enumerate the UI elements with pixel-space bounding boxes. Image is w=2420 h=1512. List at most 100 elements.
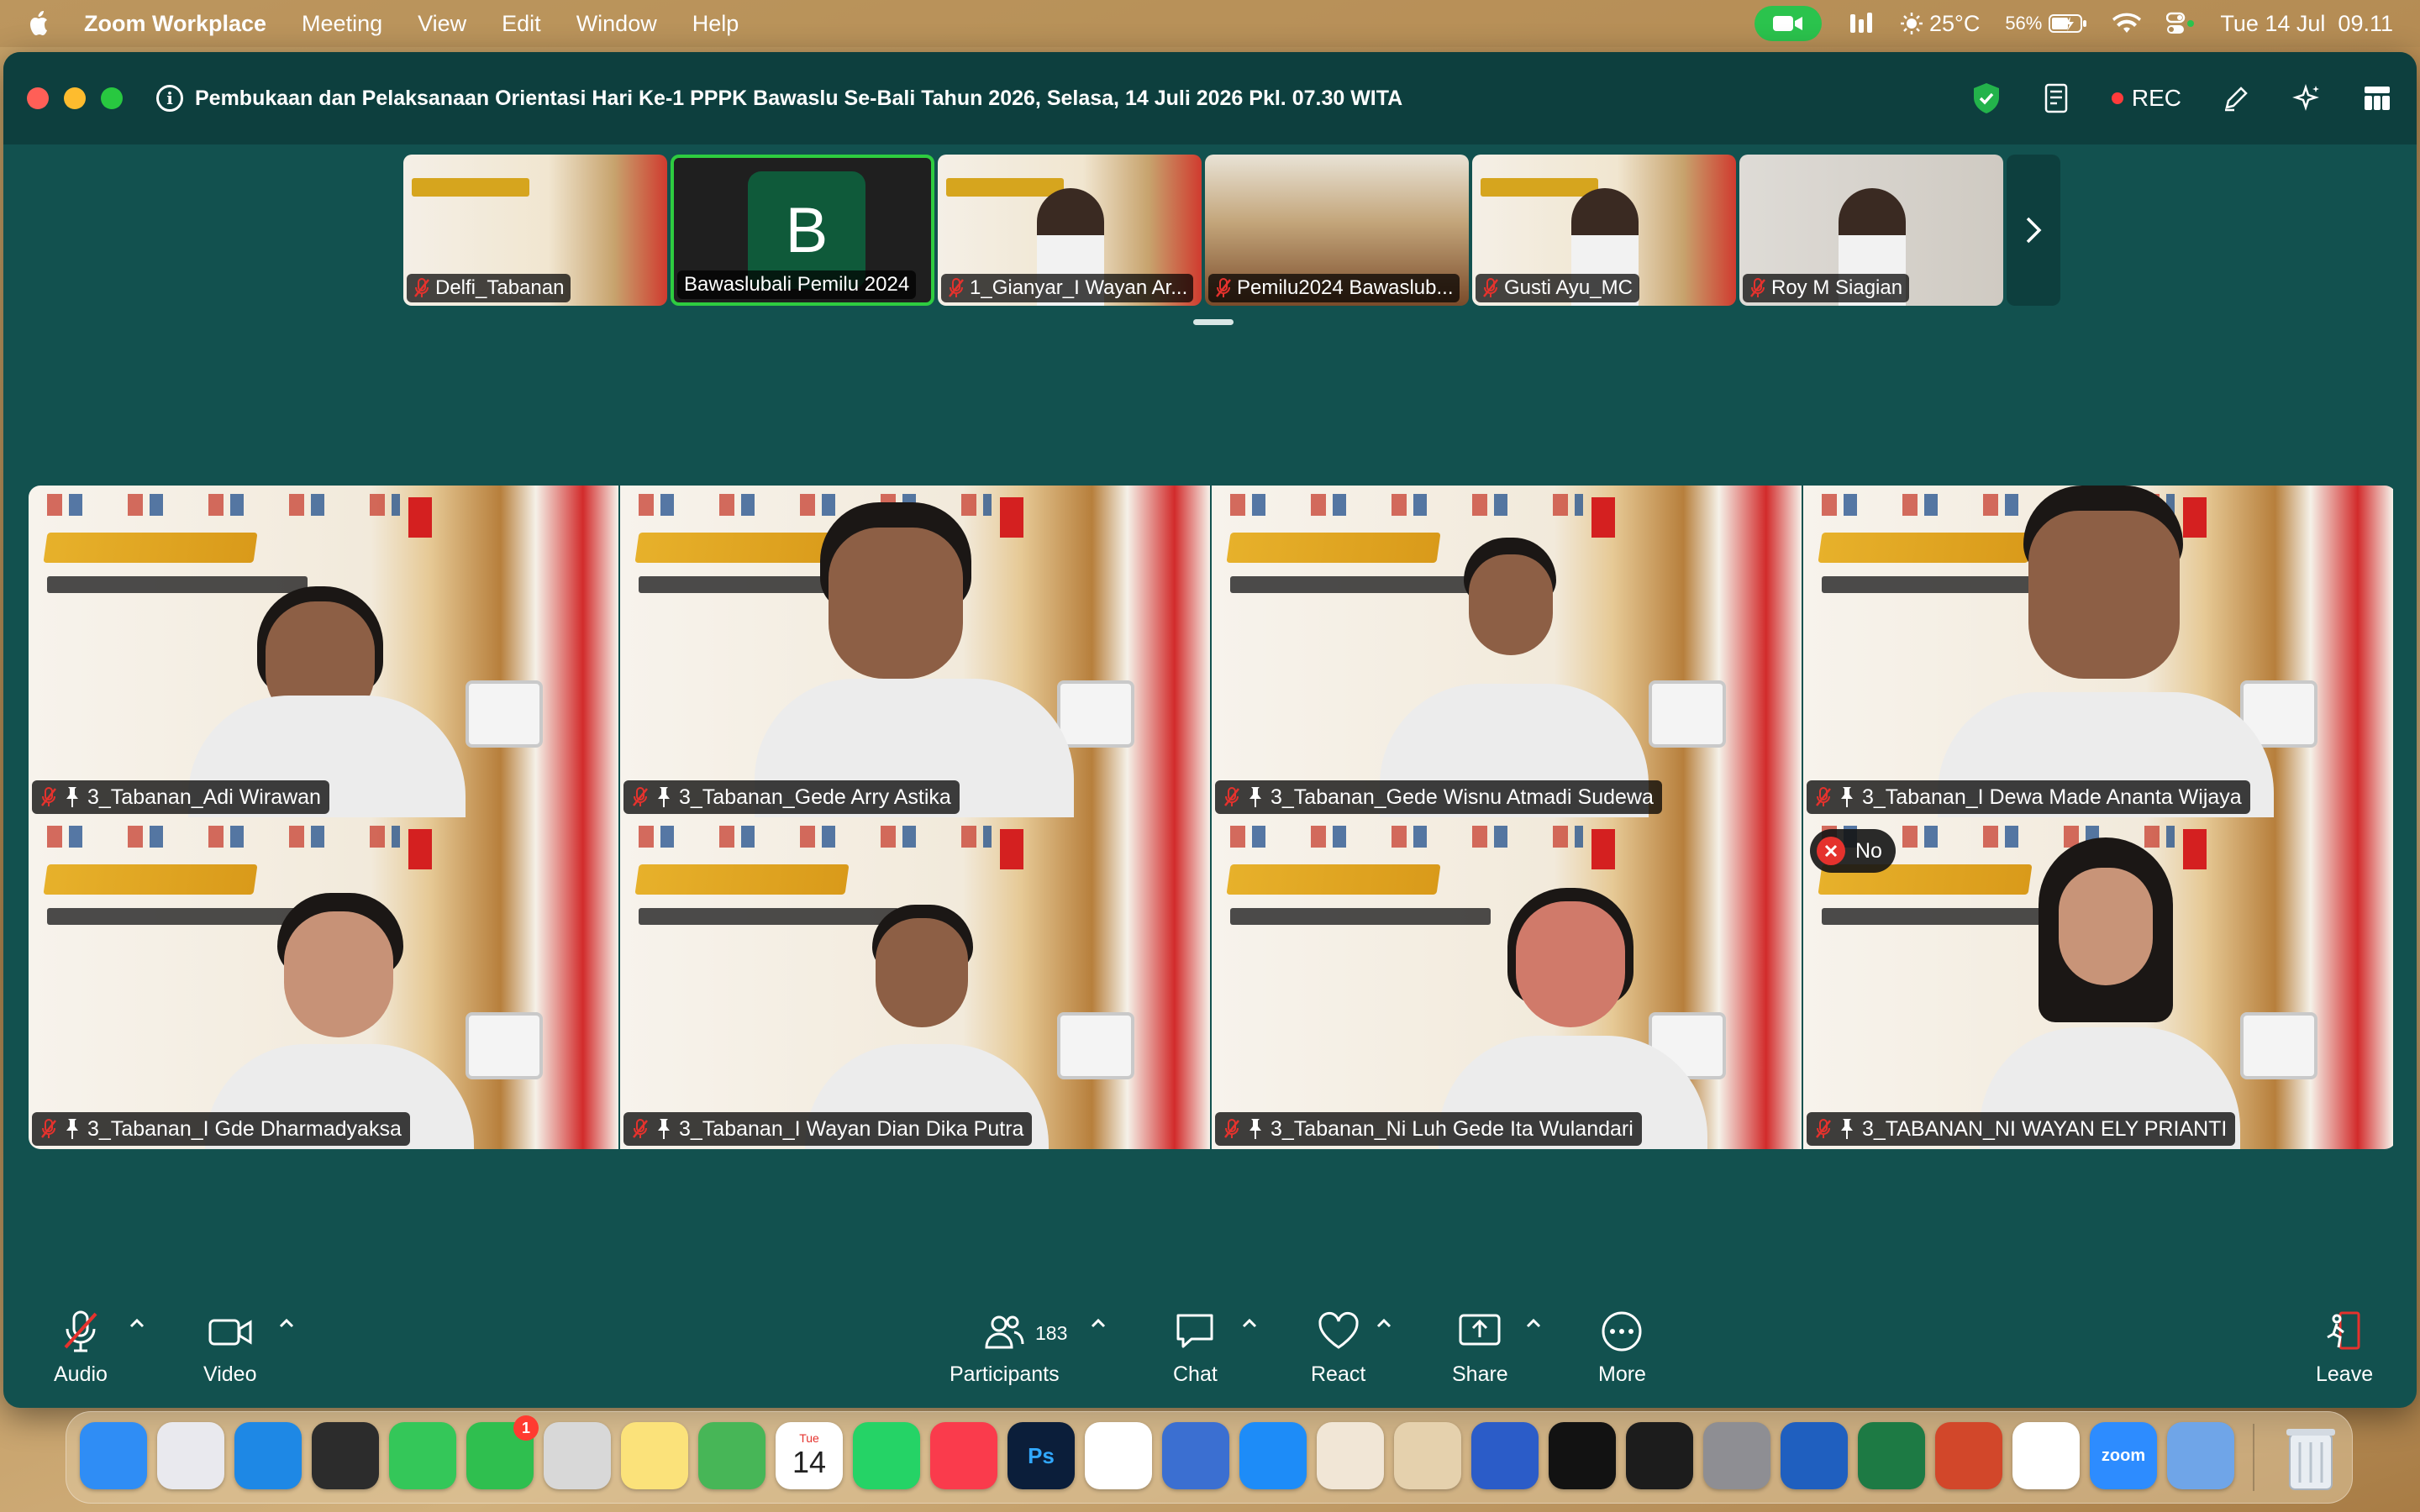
menu-edit[interactable]: Edit [502, 11, 541, 37]
video-button[interactable]: Video [203, 1310, 257, 1387]
dock-music-icon[interactable] [930, 1422, 997, 1489]
muted-mic-icon [1816, 1119, 1831, 1138]
security-shield-icon[interactable] [1970, 82, 2002, 114]
control-center-icon[interactable] [2166, 11, 2195, 36]
leave-button[interactable]: Leave [2316, 1310, 2373, 1387]
participant-name: 3_Tabanan_Gede Arry Astika [679, 785, 951, 809]
istat-menu-icon[interactable] [1847, 11, 1876, 36]
battery-widget[interactable]: 56% [2005, 13, 2087, 34]
participant-video-tile[interactable]: 3_Tabanan_Ni Luh Gede Ita Wulandari [1212, 817, 1802, 1149]
close-window-button[interactable] [27, 87, 49, 109]
dock-launchpad-icon[interactable] [157, 1422, 224, 1489]
dock-excel-icon[interactable] [1858, 1422, 1925, 1489]
dock-keychain-icon[interactable] [312, 1422, 379, 1489]
dock-facetime-icon[interactable]: 1 [466, 1415, 539, 1489]
dock-istat-icon[interactable] [1626, 1422, 1693, 1489]
more-button[interactable]: More [1598, 1310, 1646, 1387]
menu-app-name[interactable]: Zoom Workplace [84, 11, 266, 37]
research-center-tab [2183, 829, 2207, 869]
view-layout-icon[interactable] [2361, 82, 2393, 114]
menu-meeting[interactable]: Meeting [302, 11, 382, 37]
dock-whatsapp-icon[interactable] [853, 1422, 920, 1489]
participant-face [876, 918, 968, 1027]
menu-help[interactable]: Help [692, 11, 739, 37]
participant-name: 3_Tabanan_Ni Luh Gede Ita Wulandari [1270, 1116, 1634, 1141]
dock-reader-icon[interactable] [1394, 1422, 1461, 1489]
dock-word-icon[interactable] [1781, 1422, 1848, 1489]
titlebar-actions: REC [1970, 82, 2393, 114]
dock-iphone-mirroring-icon[interactable] [2167, 1422, 2234, 1489]
audio-options-caret-icon[interactable] [128, 1314, 146, 1332]
participant-name: 3_TABANAN_NI WAYAN ELY PRIANTI [1862, 1116, 2228, 1141]
participant-video-tile[interactable]: 3_Tabanan_Gede Arry Astika [620, 486, 1210, 817]
orientasi-banner [43, 864, 258, 895]
trash-icon[interactable] [2281, 1422, 2340, 1493]
dock-notes-icon[interactable] [621, 1422, 688, 1489]
dock-powerpoint-icon[interactable] [1935, 1422, 2002, 1489]
annotate-pencil-icon[interactable] [2220, 82, 2252, 114]
video-options-caret-icon[interactable] [277, 1314, 296, 1332]
participant-video-tile[interactable]: 3_Tabanan_I Gde Dharmadyaksa [29, 817, 618, 1149]
participant-video-tile[interactable]: 3_Tabanan_I Wayan Dian Dika Putra [620, 817, 1210, 1149]
participant-filmstrip: Delfi_Tabanan B Bawaslubali Pemilu 2024 … [403, 155, 2060, 306]
muted-mic-icon [949, 278, 964, 297]
fullscreen-window-button[interactable] [101, 87, 123, 109]
wifi-icon[interactable] [2112, 11, 2142, 36]
filmstrip-tile[interactable]: Delfi_Tabanan [403, 155, 667, 306]
apple-icon[interactable] [27, 9, 52, 38]
dock-finder-icon[interactable] [80, 1422, 147, 1489]
dock-chrome-icon[interactable] [2012, 1422, 2080, 1489]
participant-video-tile[interactable]: 3_Tabanan_Adi Wirawan [29, 486, 618, 817]
chat-options-caret-icon[interactable] [1240, 1314, 1259, 1332]
react-options-caret-icon[interactable] [1375, 1314, 1393, 1332]
filmstrip-tile[interactable]: Gusti Ayu_MC [1472, 155, 1736, 306]
filmstrip-tile[interactable]: Roy M Siagian [1739, 155, 2003, 306]
dock-stack-icon[interactable] [1317, 1422, 1384, 1489]
research-center-tab [1591, 497, 1615, 538]
muted-mic-icon [41, 1119, 56, 1138]
dock-calendar-icon[interactable]: Tue 14 [776, 1422, 843, 1489]
share-options-caret-icon[interactable] [1524, 1314, 1543, 1332]
dock-system-settings-icon[interactable] [1703, 1422, 1770, 1489]
dock-find-my-icon[interactable] [698, 1422, 765, 1489]
filmstrip-tile[interactable]: Pemilu2024 Bawaslub... [1205, 155, 1469, 306]
menubar-clock[interactable]: Tue 14 Jul 09.11 [2220, 11, 2393, 37]
chat-button[interactable]: Chat [1173, 1310, 1218, 1387]
dock-messages-icon[interactable] [389, 1422, 456, 1489]
dock-app-store-icon[interactable] [1239, 1422, 1307, 1489]
lms-logo [466, 1012, 543, 1079]
filmstrip-tile[interactable]: 1_Gianyar_I Wayan Ar... [938, 155, 1202, 306]
dock-safari-icon[interactable] [234, 1422, 302, 1489]
dock-dictionary-icon[interactable] [1471, 1422, 1539, 1489]
dock-spotify-icon[interactable] [1549, 1422, 1616, 1489]
meeting-info-icon[interactable]: i [156, 85, 183, 112]
participant-name: Bawaslubali Pemilu 2024 [684, 273, 910, 296]
participant-video-tile[interactable]: No 3_TABANAN_NI WAYAN ELY PRIANTI [1803, 817, 2393, 1149]
filmstrip-next-button[interactable] [2007, 155, 2060, 306]
research-center-tab [408, 497, 432, 538]
dock-photoshop-icon[interactable]: Ps [1007, 1422, 1075, 1489]
participant-video-tile[interactable]: 3_Tabanan_Gede Wisnu Atmadi Sudewa [1212, 486, 1802, 817]
close-x-icon [1817, 837, 1845, 865]
participants-options-caret-icon[interactable] [1089, 1314, 1107, 1332]
dock-migrate-icon[interactable] [1162, 1422, 1229, 1489]
filmstrip-tile-active-speaker[interactable]: B Bawaslubali Pemilu 2024 [671, 155, 934, 306]
recording-indicator[interactable]: REC [2111, 85, 2181, 112]
audio-button[interactable]: Audio [54, 1310, 108, 1387]
minimize-window-button[interactable] [64, 87, 86, 109]
pin-icon [1841, 787, 1853, 807]
filmstrip-resize-handle[interactable] [1193, 319, 1234, 325]
dock-zoom-icon[interactable]: zoom [2090, 1422, 2157, 1489]
participant-video-tile[interactable]: 3_Tabanan_I Dewa Made Ananta Wijaya [1803, 486, 2393, 817]
react-button[interactable]: React [1311, 1310, 1365, 1387]
weather-widget[interactable]: 25°C [1900, 11, 1980, 37]
ai-companion-sparkle-icon[interactable] [2291, 82, 2323, 114]
menu-window[interactable]: Window [576, 11, 657, 37]
meeting-notes-icon[interactable] [2041, 82, 2073, 114]
menu-view[interactable]: View [418, 11, 466, 37]
meeting-title: Pembukaan dan Pelaksanaan Orientasi Hari… [195, 86, 1403, 110]
dock-capcut-icon[interactable] [1085, 1422, 1152, 1489]
share-button[interactable]: Share [1452, 1310, 1508, 1387]
zoom-camera-status-icon[interactable] [1754, 6, 1822, 41]
dock-calculator-icon[interactable] [544, 1422, 611, 1489]
